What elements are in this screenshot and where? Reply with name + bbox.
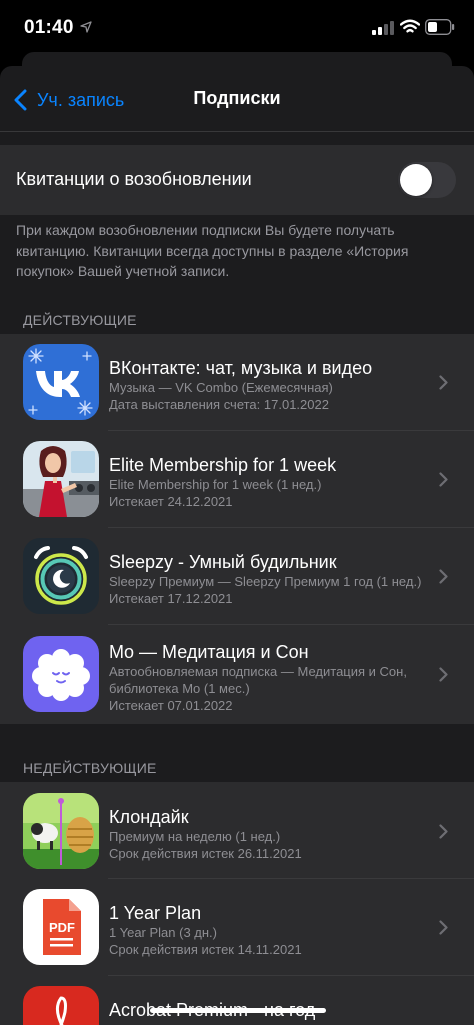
subscription-title: Sleepzy - Умный будильник (109, 552, 337, 572)
inactive-subscriptions-list: Клондайк Премиум на неделю (1 нед.) Срок… (0, 782, 474, 1025)
vk-app-icon (23, 344, 99, 420)
acrobat-app-icon (23, 986, 99, 1025)
subscription-title: Клондайк (109, 807, 189, 827)
subscription-row-mo[interactable]: Mo — Медитация и Сон Автообновляемая под… (0, 625, 474, 724)
subscription-plan: Автообновляемая подписка — Медитация и С… (109, 664, 407, 679)
klondike-game-app-icon (23, 793, 99, 869)
location-arrow-icon (80, 21, 92, 33)
status-bar: 01:40 (0, 0, 474, 58)
status-time: 01:40 (24, 17, 74, 38)
subscription-title: Elite Membership for 1 week (109, 455, 337, 475)
pdf-app-icon: PDF (23, 889, 99, 965)
subscription-date: Срок действия истек 26.11.2021 (109, 846, 302, 861)
subscription-plan-continued: библиотека Mo (1 мес.) (109, 681, 250, 696)
receipts-toggle-label: Квитанции о возобновлении (16, 169, 252, 189)
subscription-row-sleepzy[interactable]: Sleepzy - Умный будильник Sleepzy Премиу… (0, 528, 474, 625)
mo-cloud-app-icon (23, 636, 99, 712)
subscription-row-acrobat[interactable]: Acrobat Premium - на год (0, 976, 474, 1025)
subscription-plan: Elite Membership for 1 week (1 нед.) (109, 477, 322, 492)
elite-game-app-icon (23, 441, 99, 517)
receipts-setting-row: Квитанции о возобновлении (0, 145, 474, 215)
subscription-plan: Музыка — VK Combo (Ежемесячная) (109, 380, 333, 395)
subscription-date: Истекает 07.01.2022 (109, 698, 233, 713)
subscription-plan: Премиум на неделю (1 нед.) (109, 829, 281, 844)
receipts-toggle[interactable] (398, 162, 456, 198)
receipts-footnote: При каждом возобновлении подписки Вы буд… (16, 222, 409, 279)
page-title: Подписки (193, 88, 281, 108)
subscription-date: Срок действия истек 14.11.2021 (109, 942, 302, 957)
subscription-row-klondike[interactable]: Клондайк Премиум на неделю (1 нед.) Срок… (0, 782, 474, 879)
subscriptions-sheet: Уч. запись Подписки Квитанции о возобнов… (0, 66, 474, 1025)
home-indicator (150, 1008, 326, 1013)
active-subscriptions-list: ВКонтакте: чат, музыка и видео Музыка — … (0, 334, 474, 724)
subscription-row-vk[interactable]: ВКонтакте: чат, музыка и видео Музыка — … (0, 334, 474, 431)
svg-text:PDF: PDF (49, 920, 75, 935)
subscription-title: Mo — Медитация и Сон (109, 642, 309, 662)
chevron-right-icon (439, 824, 448, 839)
sleepzy-alarm-app-icon (23, 538, 99, 614)
subscription-title: ВКонтакте: чат, музыка и видео (109, 358, 373, 378)
subscription-row-elite[interactable]: Elite Membership for 1 week Elite Member… (0, 431, 474, 528)
subscription-plan: Sleepzy Премиум — Sleepzy Премиум 1 год … (109, 574, 422, 589)
subscription-row-year-plan[interactable]: PDF 1 Year Plan 1 Year Plan (3 дн.) Срок… (0, 879, 474, 976)
navigation-bar: Уч. запись Подписки (0, 66, 474, 132)
wifi-icon (400, 19, 420, 33)
subscription-title: 1 Year Plan (109, 903, 202, 923)
chevron-right-icon (439, 375, 448, 390)
subscription-date: Истекает 24.12.2021 (109, 494, 233, 509)
subscription-date: Дата выставления счета: 17.01.2022 (109, 397, 329, 412)
section-header-active: ДЕЙСТВУЮЩИЕ (23, 312, 137, 328)
subscription-plan: 1 Year Plan (3 дн.) (109, 925, 217, 940)
battery-icon (425, 19, 455, 35)
chevron-right-icon (439, 667, 448, 682)
chevron-right-icon (439, 569, 448, 584)
cellular-signal-icon (372, 21, 394, 35)
subscription-date: Истекает 17.12.2021 (109, 591, 233, 606)
toggle-knob (400, 164, 432, 196)
chevron-right-icon (439, 920, 448, 935)
chevron-right-icon (439, 472, 448, 487)
section-header-inactive: НЕДЕЙСТВУЮЩИЕ (23, 760, 157, 776)
